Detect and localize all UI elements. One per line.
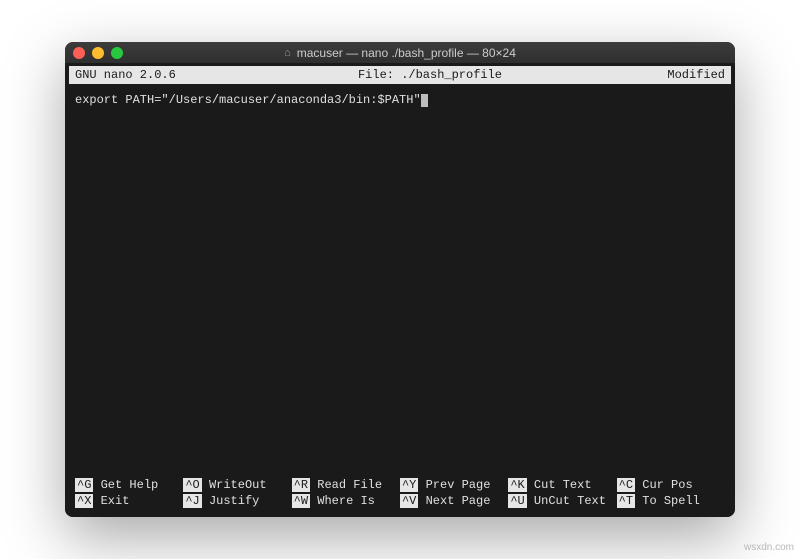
- shortcut-next-page: ^V Next Page: [400, 493, 508, 509]
- terminal-window: ⌂ macuser — nano ./bash_profile — 80×24 …: [65, 42, 735, 517]
- nano-status: Modified: [645, 67, 725, 83]
- shortcut-where-is: ^W Where Is: [292, 493, 400, 509]
- maximize-icon[interactable]: [111, 47, 123, 59]
- nano-version: GNU nano 2.0.6: [75, 67, 215, 83]
- watermark: wsxdn.com: [744, 542, 794, 553]
- window-title-text: macuser — nano ./bash_profile — 80×24: [297, 46, 516, 60]
- shortcut-get-help: ^G Get Help: [75, 477, 183, 493]
- close-icon[interactable]: [73, 47, 85, 59]
- shortcut-prev-page: ^Y Prev Page: [400, 477, 508, 493]
- editor-area[interactable]: export PATH="/Users/macuser/anaconda3/bi…: [69, 84, 731, 475]
- nano-file-label: File: ./bash_profile: [215, 67, 645, 83]
- window-titlebar[interactable]: ⌂ macuser — nano ./bash_profile — 80×24: [65, 42, 735, 64]
- cursor-icon: [421, 94, 428, 107]
- shortcut-row-1: ^G Get Help ^O WriteOut ^R Read File ^Y …: [75, 477, 725, 493]
- home-icon: ⌂: [284, 47, 291, 59]
- window-title: ⌂ macuser — nano ./bash_profile — 80×24: [65, 46, 735, 60]
- shortcut-justify: ^J Justify: [183, 493, 291, 509]
- shortcut-uncut-text: ^U UnCut Text: [508, 493, 616, 509]
- editor-content: export PATH="/Users/macuser/anaconda3/bi…: [75, 93, 421, 107]
- shortcut-row-2: ^X Exit ^J Justify ^W Where Is ^V Next P…: [75, 493, 725, 509]
- nano-header: GNU nano 2.0.6 File: ./bash_profile Modi…: [69, 66, 731, 84]
- shortcut-writeout: ^O WriteOut: [183, 477, 291, 493]
- shortcut-exit: ^X Exit: [75, 493, 183, 509]
- shortcut-cut-text: ^K Cut Text: [508, 477, 616, 493]
- minimize-icon[interactable]: [92, 47, 104, 59]
- terminal-body[interactable]: GNU nano 2.0.6 File: ./bash_profile Modi…: [65, 64, 735, 517]
- shortcut-cur-pos: ^C Cur Pos: [617, 477, 725, 493]
- nano-shortcuts: ^G Get Help ^O WriteOut ^R Read File ^Y …: [69, 475, 731, 515]
- traffic-lights: [65, 47, 123, 59]
- shortcut-to-spell: ^T To Spell: [617, 493, 725, 509]
- shortcut-read-file: ^R Read File: [292, 477, 400, 493]
